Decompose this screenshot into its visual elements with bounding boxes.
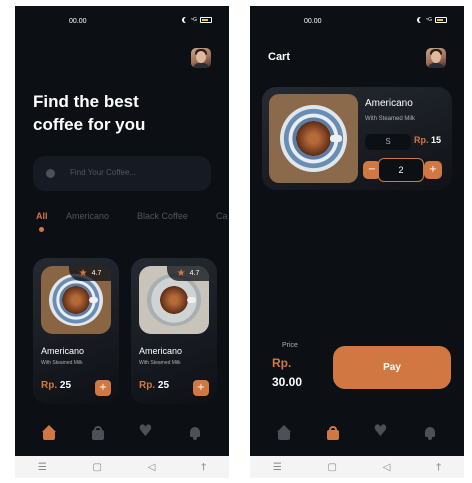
bag-icon[interactable] — [90, 425, 106, 441]
page-title: Cart — [268, 51, 291, 63]
price-value: 15 — [431, 135, 442, 145]
add-to-cart-button[interactable]: + — [193, 380, 209, 396]
battery-icon — [200, 17, 212, 23]
star-icon: ★ — [78, 267, 88, 279]
moon-icon — [419, 17, 425, 23]
menu-icon[interactable]: ☰ — [38, 462, 47, 473]
cart-screen: 00.00 ⁵G Cart Americano With Steamed Mil… — [250, 6, 464, 456]
product-price: Rp. 15 — [414, 135, 441, 145]
status-bar: 00.00 ⁵G — [15, 16, 229, 28]
size-badge[interactable]: S — [365, 134, 411, 150]
active-tab-indicator — [39, 227, 44, 232]
star-icon: ★ — [176, 267, 186, 279]
bottom-nav: ♥ — [15, 410, 229, 456]
tab-all[interactable]: All — [36, 211, 48, 221]
signal-icon: ⁵G — [426, 17, 432, 23]
home-icon[interactable] — [41, 425, 57, 441]
heart-icon[interactable]: ♥ — [373, 423, 389, 441]
cart-phone: 00.00 ⁵G Cart Americano With Steamed Mil… — [250, 6, 464, 478]
rating-value: 4.7 — [91, 270, 102, 277]
increase-quantity-button[interactable]: + — [424, 161, 442, 179]
android-nav-bar: ☰ ▢ ◁ † — [250, 456, 464, 478]
search-input[interactable]: Find Your Coffee... — [33, 156, 211, 191]
heart-icon[interactable]: ♥ — [138, 423, 154, 441]
page-title: Find the best coffee for you — [33, 92, 146, 134]
price-label: Price — [282, 342, 298, 349]
status-bar: 00.00 ⁵G — [250, 16, 464, 28]
price-value: 25 — [59, 380, 72, 391]
status-time: 00.00 — [69, 18, 87, 25]
product-name: Americano — [139, 346, 183, 356]
rating-value: 4.7 — [189, 270, 200, 277]
accessibility-icon[interactable]: † — [436, 462, 441, 473]
android-nav-bar: ☰ ▢ ◁ † — [15, 456, 229, 478]
currency-label: Rp. — [414, 135, 429, 145]
status-time: 00.00 — [304, 18, 322, 25]
avatar[interactable] — [191, 48, 211, 68]
product-image: ★ 4.7 — [139, 266, 209, 334]
home-nav-icon[interactable]: ▢ — [93, 462, 102, 473]
product-price: Rp. 25 — [41, 380, 71, 391]
accessibility-icon[interactable]: † — [201, 462, 206, 473]
product-subtitle: With Steamed Milk — [139, 360, 181, 366]
product-name: Americano — [41, 346, 85, 356]
pay-button[interactable]: Pay — [333, 346, 451, 389]
back-icon[interactable]: ◁ — [383, 462, 391, 473]
rating-badge: ★ 4.7 — [69, 266, 111, 281]
tab-americano[interactable]: Americano — [66, 211, 109, 221]
product-card[interactable]: ★ 4.7 Americano With Steamed Milk Rp. 25… — [33, 258, 119, 404]
bell-icon[interactable] — [187, 425, 203, 441]
search-placeholder: Find Your Coffee... — [70, 168, 137, 177]
tab-black-coffee[interactable]: Black Coffee — [137, 211, 188, 221]
currency-label: Rp. — [139, 380, 156, 391]
product-name: Americano — [365, 98, 413, 109]
total-price: 30.00 — [272, 375, 303, 389]
tab-cappuccino[interactable]: Ca — [216, 211, 228, 221]
cart-item: Americano With Steamed Milk S Rp. 15 − 2… — [262, 87, 452, 190]
status-icons: ⁵G — [417, 17, 447, 23]
total-currency: Rp. — [272, 356, 292, 370]
product-subtitle: With Steamed Milk — [365, 116, 416, 122]
bag-icon[interactable] — [325, 425, 341, 441]
signal-icon: ⁵G — [191, 17, 197, 23]
search-icon — [46, 169, 55, 178]
menu-icon[interactable]: ☰ — [273, 462, 282, 473]
category-tabs: All Americano Black Coffee Ca — [36, 211, 229, 231]
moon-icon — [184, 17, 190, 23]
quantity-field[interactable]: 2 — [378, 158, 424, 182]
product-subtitle: With Steamed Milk — [41, 360, 83, 366]
bottom-nav: ♥ — [250, 410, 464, 456]
product-card[interactable]: ★ 4.7 Americano With Steamed Milk Rp. 25… — [131, 258, 217, 404]
product-image: ★ 4.7 — [41, 266, 111, 334]
avatar[interactable] — [426, 48, 446, 68]
product-price: Rp. 25 — [139, 380, 169, 391]
battery-icon — [435, 17, 447, 23]
home-nav-icon[interactable]: ▢ — [328, 462, 337, 473]
product-image — [269, 94, 358, 183]
currency-label: Rp. — [41, 380, 58, 391]
bell-icon[interactable] — [422, 425, 438, 441]
status-icons: ⁵G — [182, 17, 212, 23]
back-icon[interactable]: ◁ — [148, 462, 156, 473]
add-to-cart-button[interactable]: + — [95, 380, 111, 396]
home-screen: 00.00 ⁵G Find the best coffee for you Fi… — [15, 6, 229, 456]
home-phone: 00.00 ⁵G Find the best coffee for you Fi… — [15, 6, 229, 478]
rating-badge: ★ 4.7 — [167, 266, 209, 281]
price-value: 25 — [157, 380, 170, 391]
home-icon[interactable] — [276, 425, 292, 441]
